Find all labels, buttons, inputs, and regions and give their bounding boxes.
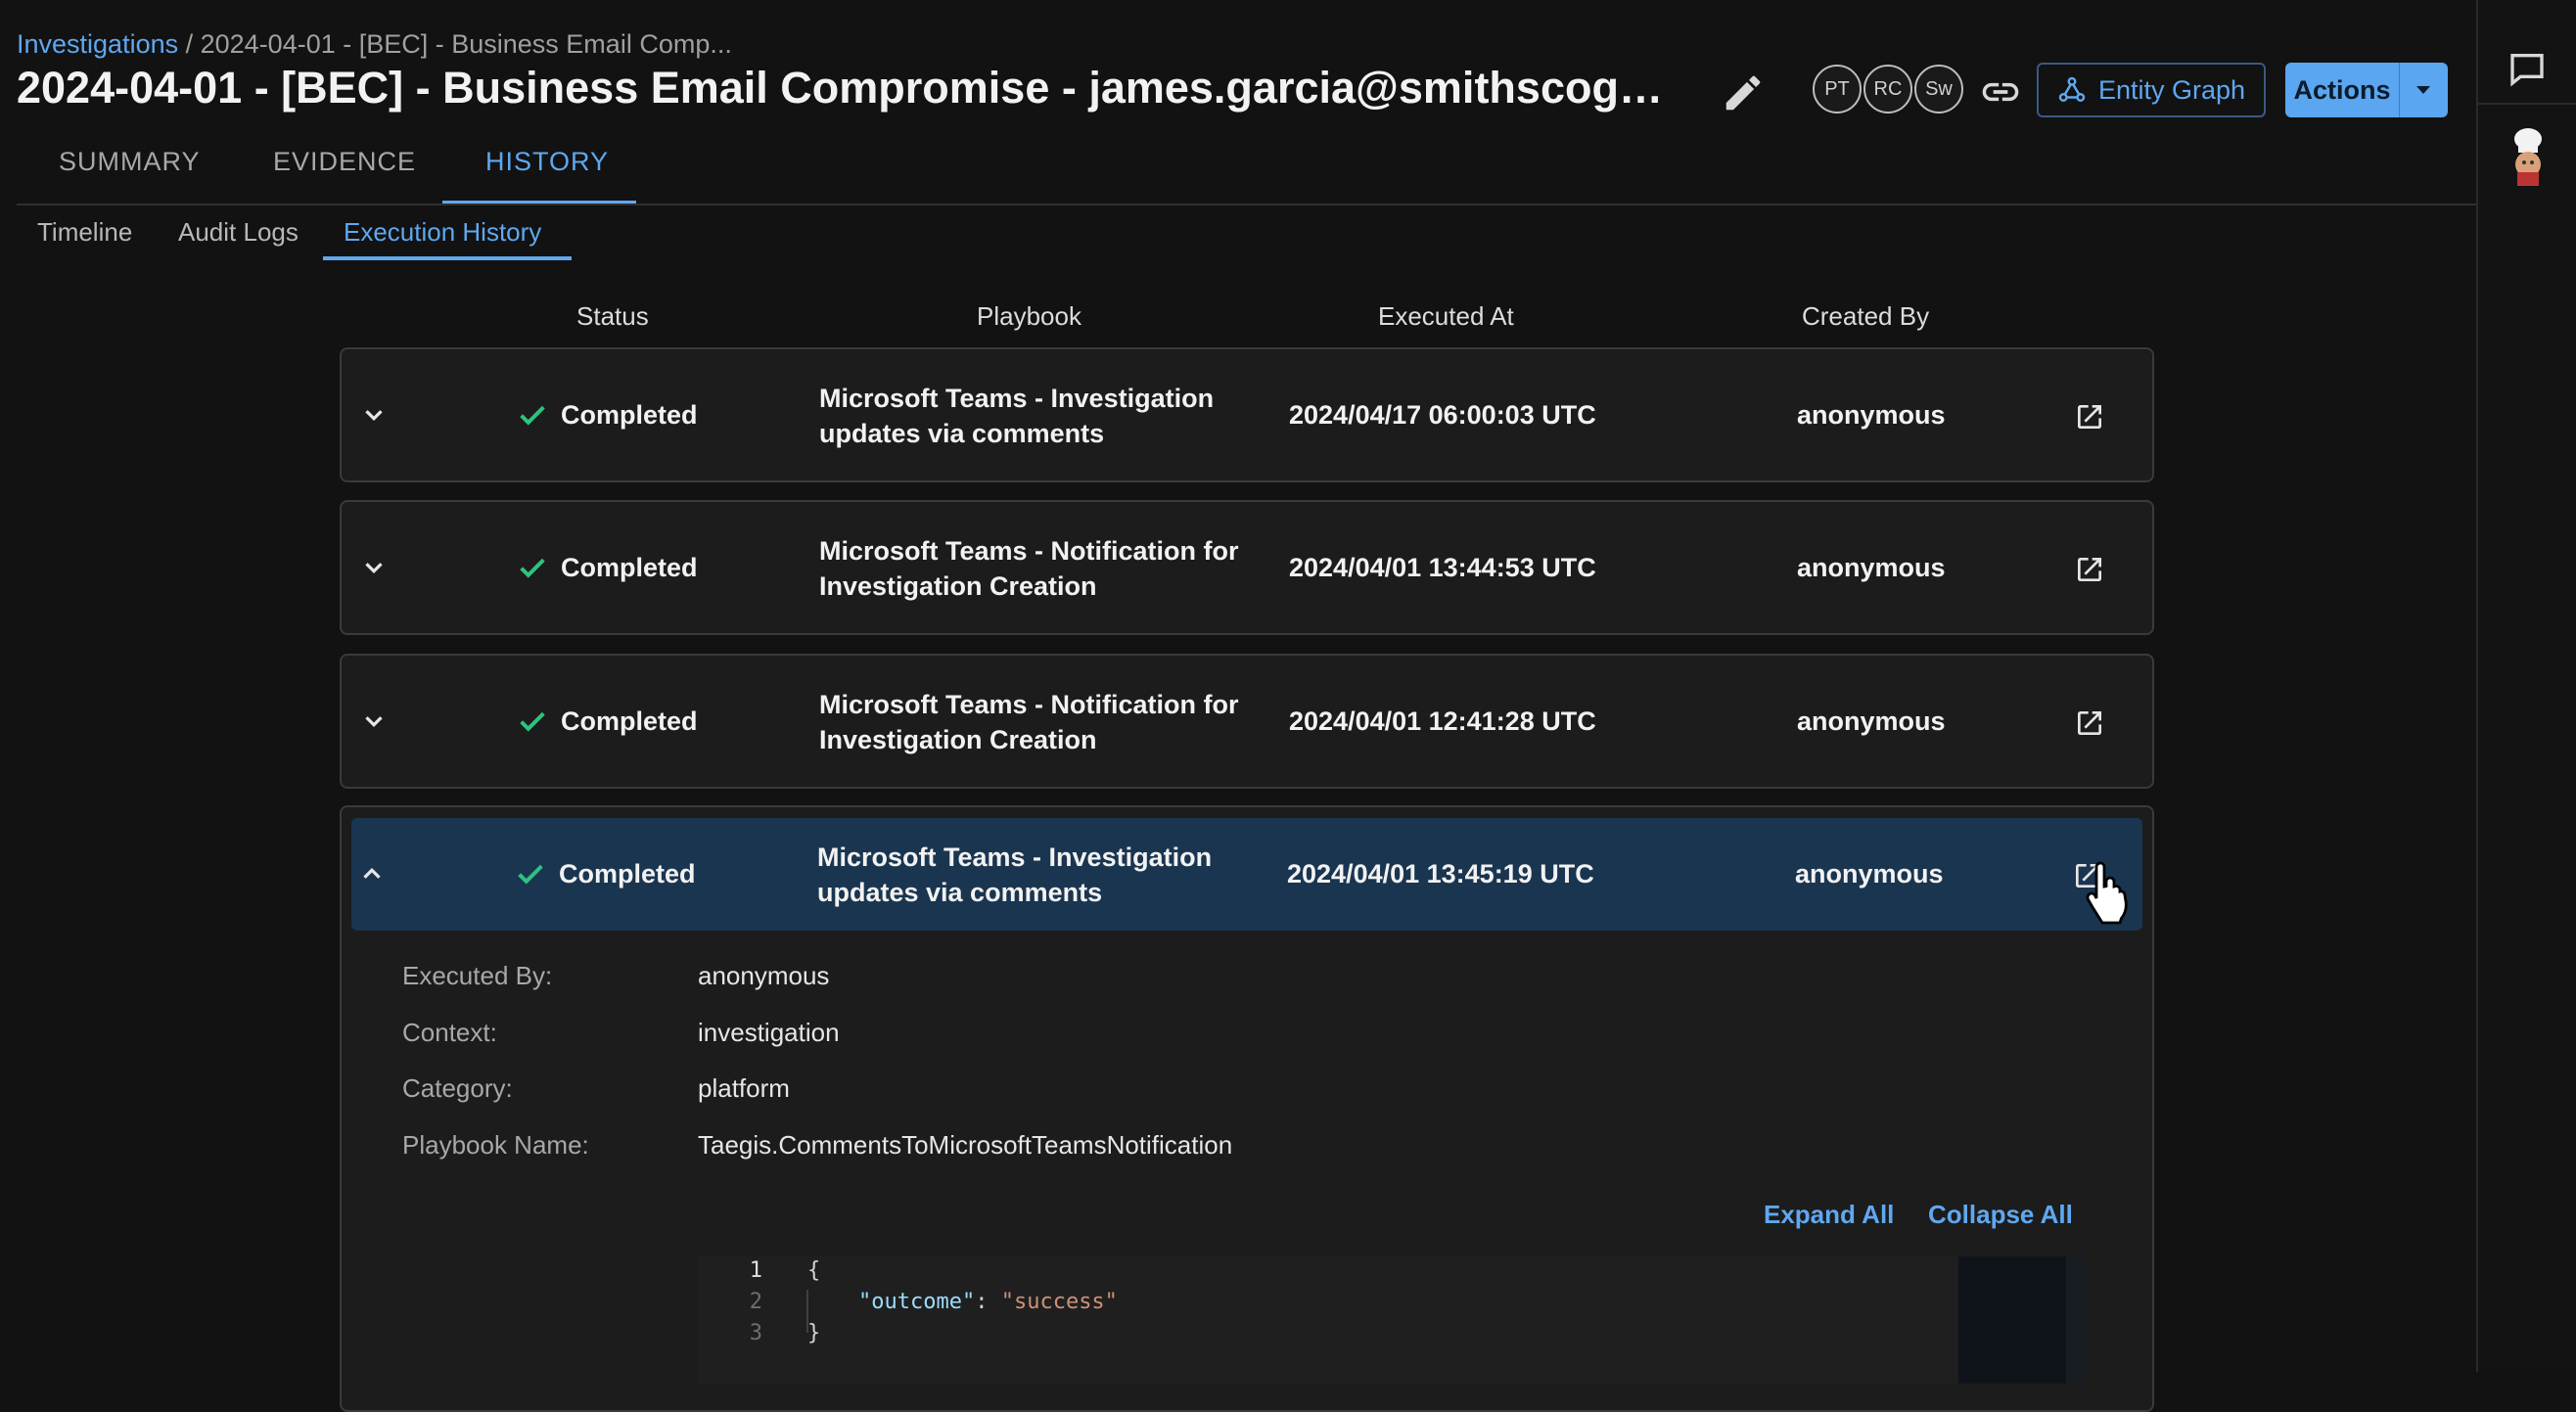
breadcrumb-current: 2024-04-01 - [BEC] - Business Email Comp… [200,29,732,59]
rail-divider [2476,103,2576,105]
open-in-new-icon[interactable] [2074,554,2105,585]
avatar-initials: Sw [1925,77,1953,100]
link-icon[interactable] [1979,70,2022,114]
subtab-timeline[interactable]: Timeline [37,217,132,248]
created-by: anonymous [1797,553,1946,582]
playbook-name-label: Playbook Name: [402,1130,589,1160]
json-colon: : [975,1290,1001,1314]
expand-all-button[interactable]: Expand All [1764,1200,1894,1230]
playbook-text-line2: updates via comments [819,419,1105,448]
right-rail [2476,0,2576,1372]
line-number: 1 [749,1258,762,1283]
status-text: Completed [561,400,698,430]
category-value: platform [698,1073,790,1103]
actions-dropdown-toggle[interactable] [2400,84,2447,96]
playbook-text: Microsoft Teams - Notification for [819,690,1239,719]
check-icon [520,711,545,732]
playbook-text: Microsoft Teams - Investigation [817,843,1213,872]
avatar[interactable]: RC [1863,65,1912,114]
tab-history[interactable]: HISTORY [485,147,609,177]
column-header-created-by: Created By [1802,301,1930,331]
chevron-up-icon[interactable] [357,859,387,888]
category-label: Category: [402,1073,513,1103]
subtab-execution-history[interactable]: Execution History [344,217,541,248]
created-by: anonymous [1797,706,1946,736]
executed-by-label: Executed By: [402,961,553,990]
code-minimap[interactable] [1958,1256,2066,1384]
table-row[interactable]: Completed Microsoft Teams - Notification… [340,500,2154,635]
avatar[interactable]: PT [1813,65,1862,114]
table-row[interactable]: Completed Microsoft Teams - Notification… [340,654,2154,789]
executed-at: 2024/04/01 13:44:53 UTC [1289,553,1596,582]
entity-graph-button[interactable]: Entity Graph [2037,63,2266,117]
status-text: Completed [559,859,696,888]
caret-down-icon [2416,86,2430,94]
context-value: investigation [698,1018,840,1047]
executed-at: 2024/04/01 13:45:19 UTC [1287,859,1594,888]
avatar-initials: RC [1873,77,1903,100]
actions-label: Actions [2293,74,2391,105]
executed-at: 2024/04/01 12:41:28 UTC [1289,706,1596,736]
tabs-divider [17,204,2476,205]
json-code-viewer[interactable]: 1 2 3 { "outcome": "success" } [698,1256,2086,1384]
avatar-initials: PT [1824,77,1850,100]
context-label: Context: [402,1018,497,1047]
created-by: anonymous [1795,859,1944,888]
chevron-down-icon[interactable] [359,400,389,430]
json-value: "success" [1000,1290,1118,1314]
status-text: Completed [561,706,698,736]
code-line: { [807,1258,821,1283]
column-header-status: Status [576,301,649,331]
actions-button[interactable]: Actions [2285,63,2448,117]
chevron-down-icon[interactable] [359,706,389,736]
created-by: anonymous [1797,400,1946,430]
breadcrumb: Investigations / 2024-04-01 - [BEC] - Bu… [17,29,732,60]
chevron-down-icon[interactable] [359,553,389,582]
collapse-all-button[interactable]: Collapse All [1928,1200,2073,1230]
code-scrollbar[interactable] [2066,1256,2086,1384]
playbook-text-line2: updates via comments [817,878,1103,907]
playbook-text-line2: Investigation Creation [819,571,1097,601]
active-subtab-indicator [323,256,572,260]
avatar[interactable]: Sw [1914,65,1963,114]
tab-summary[interactable]: SUMMARY [59,147,201,177]
playbook-text: Microsoft Teams - Notification for [819,536,1239,566]
playbook-text: Microsoft Teams - Investigation [819,384,1215,413]
executed-at: 2024/04/17 06:00:03 UTC [1289,400,1596,430]
line-number: 3 [749,1321,762,1345]
check-icon [520,558,545,578]
page-title: 2024-04-01 - [BEC] - Business Email Comp… [17,63,1690,113]
column-header-playbook: Playbook [977,301,1081,331]
column-header-executed-at: Executed At [1378,301,1514,331]
check-icon [520,405,545,426]
table-row[interactable]: Completed Microsoft Teams - Investigatio… [340,347,2154,482]
graph-icon [2058,76,2086,102]
code-line: "outcome": "success" [858,1290,1118,1314]
open-in-new-icon[interactable] [2074,707,2105,739]
json-key: "outcome" [858,1290,976,1314]
tab-evidence[interactable]: EVIDENCE [273,147,416,177]
playbook-text-line2: Investigation Creation [819,725,1097,754]
subtab-audit-logs[interactable]: Audit Logs [178,217,299,248]
status-text: Completed [561,553,698,582]
open-in-new-icon[interactable] [2074,401,2105,433]
playbook-name-value: Taegis.CommentsToMicrosoftTeamsNotificat… [698,1130,1233,1160]
hand-pointer-cursor-icon [2086,861,2128,925]
breadcrumb-separator: / [178,29,201,59]
chef-avatar-icon[interactable] [2504,125,2553,186]
line-number: 2 [749,1290,762,1314]
edit-pencil-icon[interactable] [1721,70,1766,115]
entity-graph-label: Entity Graph [2097,74,2246,105]
executed-by-value: anonymous [698,961,830,990]
code-line: } [807,1321,821,1345]
chat-icon[interactable] [2507,49,2547,88]
check-icon [518,864,543,885]
table-row[interactable]: Completed Microsoft Teams - Investigatio… [351,818,2142,931]
breadcrumb-investigations-link[interactable]: Investigations [17,29,178,59]
